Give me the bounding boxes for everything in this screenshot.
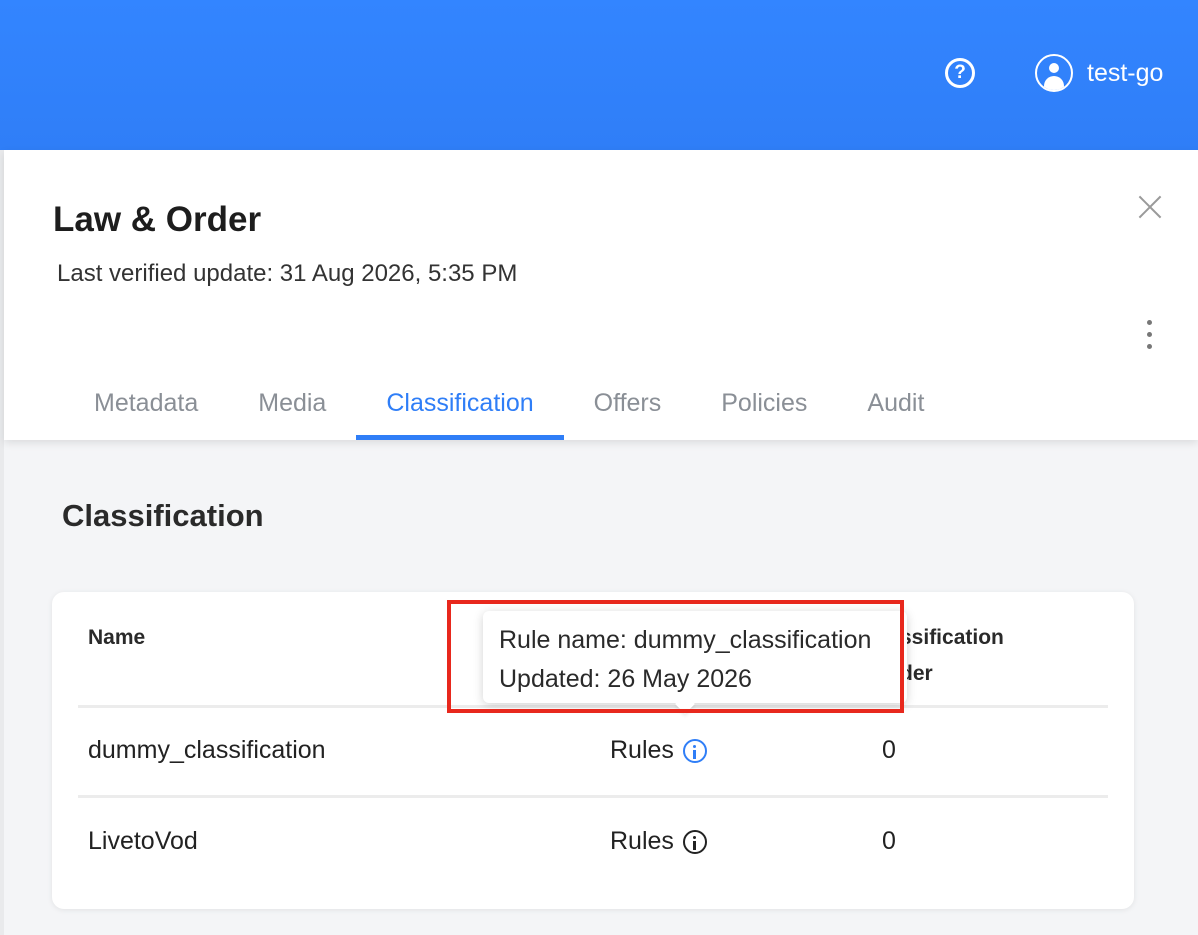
detail-panel: Law & Order Last verified update: 31 Aug… <box>4 150 1198 935</box>
rules-label: Rules <box>610 827 674 855</box>
last-verified-update: Last verified update: 31 Aug 2026, 5:35 … <box>57 260 518 287</box>
section-title: Classification <box>62 498 264 533</box>
table-row-order: 0 <box>882 736 896 764</box>
row-divider <box>78 795 1108 798</box>
user-menu[interactable]: test-go <box>1035 54 1163 92</box>
tab-audit[interactable]: Audit <box>837 372 954 440</box>
panel-header: Law & Order Last verified update: 31 Aug… <box>4 150 1198 440</box>
highlight-box <box>447 600 904 713</box>
info-icon[interactable] <box>682 738 707 763</box>
top-app-bar: ? test-go <box>0 0 1198 150</box>
tab-metadata[interactable]: Metadata <box>64 372 228 440</box>
info-icon[interactable] <box>682 829 707 854</box>
rules-link[interactable]: Rules <box>610 827 707 856</box>
page-title: Law & Order <box>53 200 262 239</box>
table-row-order: 0 <box>882 827 896 855</box>
help-icon[interactable]: ? <box>945 58 975 88</box>
tab-bar: Metadata Media Classification Offers Pol… <box>64 372 954 440</box>
column-header-name: Name <box>88 626 146 649</box>
tab-media[interactable]: Media <box>228 372 356 440</box>
column-header-classification-order-line1: ssification <box>900 626 1004 649</box>
close-icon[interactable] <box>1135 192 1165 222</box>
table-row-name: dummy_classification <box>88 736 326 764</box>
table-row-name: LivetoVod <box>88 827 198 855</box>
rules-label: Rules <box>610 736 674 764</box>
rules-link[interactable]: Rules <box>610 736 707 765</box>
user-name: test-go <box>1087 58 1164 87</box>
tab-offers[interactable]: Offers <box>564 372 692 440</box>
tab-policies[interactable]: Policies <box>691 372 837 440</box>
more-vertical-icon[interactable] <box>1142 320 1158 350</box>
tab-classification[interactable]: Classification <box>356 372 564 440</box>
user-avatar-icon <box>1035 54 1073 92</box>
